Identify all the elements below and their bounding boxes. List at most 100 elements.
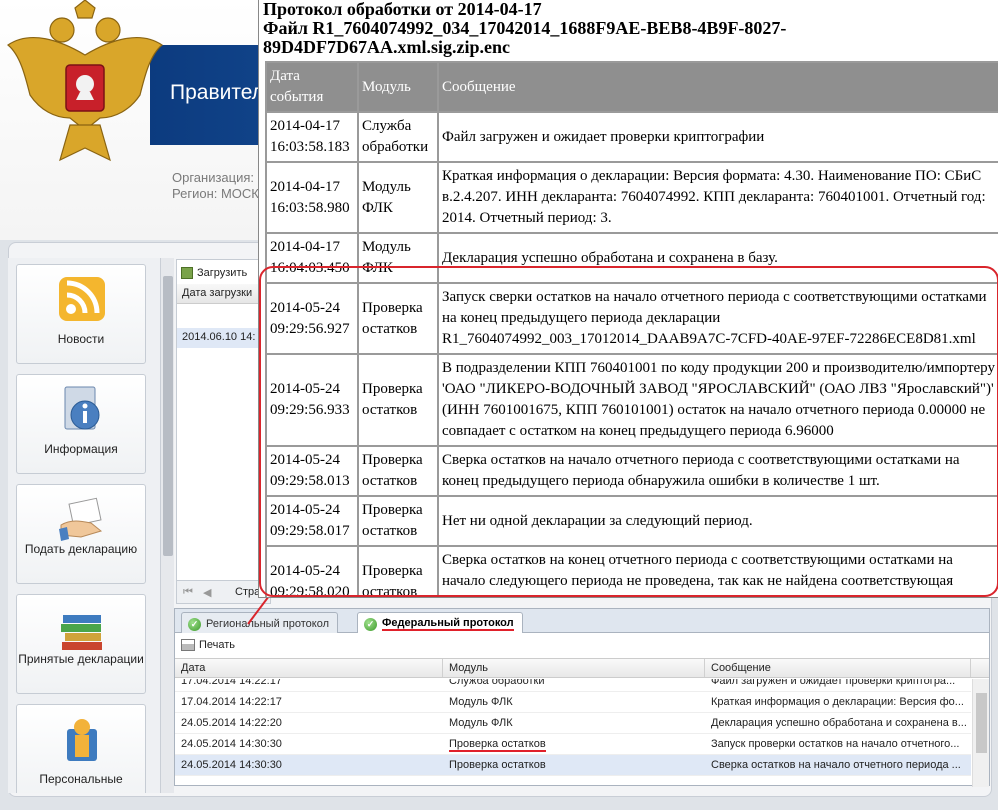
table-row[interactable]: 17.04.2014 14:22:17 Служба обработки Фай… xyxy=(175,679,971,692)
books-icon xyxy=(61,615,102,650)
pager-label: Стра xyxy=(235,586,261,598)
column-header-module: Модуль xyxy=(357,61,439,113)
sidebar-item-label: Информация xyxy=(44,442,118,456)
cell-date: 17.04.2014 14:22:17 xyxy=(181,696,282,708)
protocol-table-body: 17.04.2014 14:22:17 Служба обработки Фай… xyxy=(175,679,971,787)
cell-message: Краткая информация о декларации: Версия … xyxy=(437,161,998,234)
table-row[interactable]: 24.05.2014 14:22:20 Модуль ФЛК Деклараци… xyxy=(175,713,971,734)
table-row: 2014-05-24 09:29:58.017 Проверка остатко… xyxy=(265,495,998,547)
sidebar-item-accepted-declarations[interactable]: Принятые декларации xyxy=(16,594,146,694)
cell-date: 2014-05-24 09:29:56.927 xyxy=(265,282,359,355)
printer-icon xyxy=(181,639,195,651)
tab-federal-protocol[interactable]: ✓ Федеральный протокол xyxy=(357,612,523,633)
cell-date: 2014-04-17 16:04:03.450 xyxy=(265,232,359,284)
cell-message: Краткая информация о декларации: Версия … xyxy=(711,696,964,708)
banner-title: Правител xyxy=(170,81,264,104)
protocol-table: Дата события Модуль Сообщение 2014-04-17… xyxy=(265,61,998,597)
table-row-selected[interactable]: 24.05.2014 14:30:30 Проверка остатков Св… xyxy=(175,755,971,776)
sidebar-item-news[interactable]: Новости xyxy=(16,264,146,364)
protocol-scrollbar[interactable] xyxy=(972,679,989,787)
sidebar: Новости Информация Подать декларацию При… xyxy=(8,258,174,793)
cell-module: Проверка остатков xyxy=(357,353,439,447)
sidebar-item-submit-declaration[interactable]: Подать декларацию xyxy=(16,484,146,584)
table-row: 2014-04-17 16:03:58.183 Служба обработки… xyxy=(265,111,998,163)
print-button[interactable]: Печать xyxy=(181,639,235,651)
check-circle-icon: ✓ xyxy=(188,617,201,631)
grid-column-header[interactable]: Дата загрузки xyxy=(177,284,270,304)
cell-message: Файл загружен и ожидает проверки криптог… xyxy=(711,679,956,687)
cell-module: Проверка остатков xyxy=(443,734,705,754)
cell-module: Модуль ФЛК xyxy=(357,232,439,284)
cell-module: Проверка остатков xyxy=(449,759,546,771)
popup-title-line: Файл R1_7604074992_034_17042014_1688F9AE… xyxy=(263,18,787,38)
sidebar-scrollbar[interactable] xyxy=(160,258,174,793)
cell-message: Запуск проверки остатков на начало отчет… xyxy=(711,738,960,750)
sidebar-item-personal[interactable]: Персональные xyxy=(16,704,146,793)
cell-message: Декларация успешно обработана и сохранен… xyxy=(711,717,967,729)
column-header-message[interactable]: Сообщение xyxy=(705,659,971,677)
cell-module: Служба обработки xyxy=(357,111,439,163)
column-header-message: Сообщение xyxy=(437,61,998,113)
column-header-date[interactable]: Дата xyxy=(175,659,443,677)
cell-message: Декларация успешно обработана и сохранен… xyxy=(437,232,998,284)
cell-date: 2014-05-24 09:29:58.020 xyxy=(265,545,359,597)
table-row: 2014-05-24 09:29:56.933 Проверка остатко… xyxy=(265,353,998,447)
cell-message: Сверка остатков на начало отчетного пери… xyxy=(711,759,961,771)
column-header-module[interactable]: Модуль xyxy=(443,659,705,677)
table-row: 2014-05-24 09:29:58.013 Проверка остатко… xyxy=(265,445,998,497)
table-row: 2014-04-17 16:03:58.980 Модуль ФЛК Кратк… xyxy=(265,161,998,234)
table-row[interactable]: 24.05.2014 14:30:30 Проверка остатков За… xyxy=(175,734,971,755)
protocol-table-header: Дата Модуль Сообщение xyxy=(175,658,989,678)
protocol-scroll-thumb[interactable] xyxy=(976,693,987,753)
cell-message: Файл загружен и ожидает проверки криптог… xyxy=(437,111,998,163)
tab-regional-protocol[interactable]: ✓ Региональный протокол xyxy=(181,612,338,633)
table-row[interactable]: 17.04.2014 14:22:17 Модуль ФЛК Краткая и… xyxy=(175,692,971,713)
protocol-popup: Протокол обработки от 2014-04-17 Файл R1… xyxy=(258,0,998,598)
first-page-icon[interactable]: ⏮ xyxy=(183,586,193,599)
sidebar-item-label: Принятые декларации xyxy=(18,652,144,666)
cell-module: Проверка остатков xyxy=(357,445,439,497)
table-row[interactable]: 2014.06.10 14: xyxy=(177,328,270,348)
sidebar-item-label: Новости xyxy=(57,332,105,346)
prev-page-icon[interactable]: ◀ xyxy=(203,586,211,599)
upload-button[interactable]: Загрузить xyxy=(181,264,247,282)
cell-date: 2014-04-17 16:03:58.183 xyxy=(265,111,359,163)
coat-of-arms-logo xyxy=(7,0,163,162)
organization-label: Организация: xyxy=(172,170,255,185)
cell-date: 17.04.2014 14:22:17 xyxy=(181,679,282,687)
popup-title-line: Протокол обработки от 2014-04-17 xyxy=(263,0,542,19)
protocol-panel: ✓ Региональный протокол ✓ Федеральный пр… xyxy=(174,608,990,787)
cell-date: 24.05.2014 14:30:30 xyxy=(181,738,282,750)
cell-date: 24.05.2014 14:22:20 xyxy=(181,717,282,729)
sidebar-item-label: Подать декларацию xyxy=(24,542,138,556)
tab-strip: ✓ Региональный протокол ✓ Федеральный пр… xyxy=(175,609,989,633)
check-circle-icon: ✓ xyxy=(364,617,377,631)
table-row: 2014-04-17 16:04:03.450 Модуль ФЛК Декла… xyxy=(265,232,998,284)
cell-module: Проверка остатков xyxy=(357,282,439,355)
declarations-grid: Загрузить Дата загрузки 2014.06.10 14: xyxy=(176,259,271,604)
upload-icon xyxy=(181,267,193,279)
hand-document-icon xyxy=(59,497,103,541)
cell-module: Служба обработки xyxy=(449,679,545,687)
person-icon xyxy=(67,719,97,761)
cell-module: Модуль ФЛК xyxy=(357,161,439,234)
tab-label: Федеральный протокол xyxy=(382,617,514,631)
popup-title-line: 89D4DF7D67AA.xml.sig.zip.enc xyxy=(263,37,510,57)
cell-message: Запуск сверки остатков на начало отчетно… xyxy=(437,282,998,355)
grid-pager: ⏮ ◀ Стра xyxy=(176,580,271,604)
region-label: Регион: МОСК xyxy=(172,186,259,201)
info-icon xyxy=(64,386,100,430)
cell-date: 2014-05-24 09:29:58.013 xyxy=(265,445,359,497)
table-row: 2014-05-24 09:29:56.927 Проверка остатко… xyxy=(265,282,998,355)
cell-message: Сверка остатков на конец отчетного перио… xyxy=(437,545,998,597)
tab-label: Региональный протокол xyxy=(206,618,329,630)
print-label: Печать xyxy=(199,639,236,651)
sidebar-scroll-thumb[interactable] xyxy=(163,276,173,556)
cell-date: 2014-05-24 09:29:56.933 xyxy=(265,353,359,447)
cell-module: Проверка остатков xyxy=(357,545,439,597)
cell-message: В подразделении КПП 760401001 по коду пр… xyxy=(437,353,998,447)
highlighted-module-text: Проверка остатков xyxy=(449,738,546,752)
protocol-table-header-row: Дата события Модуль Сообщение xyxy=(265,61,998,113)
sidebar-item-information[interactable]: Информация xyxy=(16,374,146,474)
cell-date: 2014-05-24 09:29:58.017 xyxy=(265,495,359,547)
